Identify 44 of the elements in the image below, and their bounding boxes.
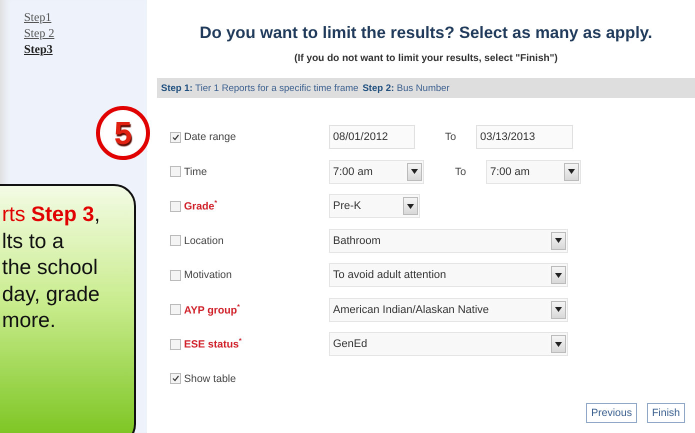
filter-label: Time — [184, 166, 207, 178]
instruction-text: (If you do not want to limit your results, select "Finish") — [294, 53, 558, 64]
dropdown[interactable]: To avoid adult attention — [329, 263, 568, 288]
breadcrumb-step: Step 1: Tier 1 Reports for a specific time frame — [161, 82, 358, 94]
dropdown[interactable]: Pre-K — [329, 194, 420, 218]
breadcrumb-step: Step 2: Bus Number — [362, 82, 450, 94]
checkbox[interactable] — [170, 132, 181, 143]
filter-label: Motivation — [184, 269, 232, 282]
caret-icon — [555, 272, 562, 278]
filter-label: Show table — [184, 372, 236, 385]
caret-icon — [568, 169, 576, 174]
checkbox[interactable] — [170, 166, 181, 178]
to-label: To — [445, 131, 456, 144]
filter-label: Grade$^{*}$ — [184, 200, 218, 212]
to-label: To — [455, 166, 466, 178]
time-select[interactable]: 7:00 am — [329, 160, 424, 184]
caret-icon — [555, 342, 562, 347]
page-title: Do you want to limit the results? Select as many as apply. — [200, 23, 652, 43]
filter-label: Date range — [184, 131, 236, 144]
caret-icon — [407, 204, 414, 209]
checkbox[interactable] — [170, 235, 181, 246]
time-select[interactable]: 7:00 am — [486, 160, 582, 184]
dropdown[interactable]: Bathroom — [329, 228, 568, 253]
filter-label: AYP group$^{*}$ — [184, 304, 240, 316]
checkbox[interactable] — [170, 338, 181, 350]
filter-label: ESE status$^{*}$ — [184, 338, 242, 350]
checkbox[interactable] — [170, 200, 181, 212]
checkbox[interactable] — [170, 373, 181, 384]
callout-text: rts Step 3, lts to a the school day, grade more. — [2, 202, 100, 334]
dropdown[interactable]: GenEd — [329, 332, 568, 356]
date-field[interactable]: 08/01/2012 — [329, 125, 415, 150]
wizard-button[interactable]: Finish — [646, 403, 685, 423]
step-link[interactable]: Step1 — [24, 9, 52, 25]
checkbox[interactable] — [170, 270, 181, 281]
caret-icon — [555, 238, 562, 244]
filter-label: Location — [184, 234, 224, 247]
caret-icon — [555, 307, 562, 312]
step-link[interactable]: Step 2 — [24, 25, 54, 41]
checkbox[interactable] — [170, 304, 181, 316]
wizard-button[interactable]: Previous — [586, 403, 637, 423]
step-link[interactable]: Step3 — [24, 41, 53, 57]
date-field[interactable]: 03/13/2013 — [476, 125, 574, 150]
caret-icon — [411, 169, 418, 174]
dropdown[interactable]: American Indian/Alaskan Native — [329, 298, 568, 322]
